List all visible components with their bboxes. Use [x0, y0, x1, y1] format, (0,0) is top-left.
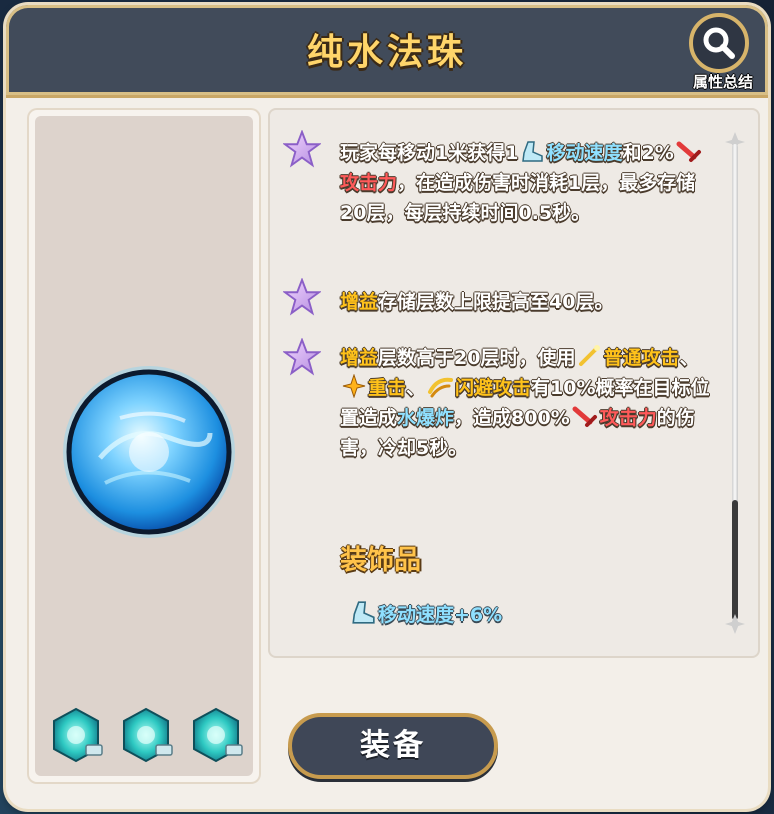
- effect-3-text: 增益层数高于20层时，使用 普通攻击、重击、 闪避攻击有10%概率在目标位置造成水爆…: [340, 343, 720, 463]
- title-bar: 纯水法珠 属性总结: [6, 5, 768, 98]
- water-orb-icon: [63, 366, 235, 538]
- gem-slot-1-icon[interactable]: [46, 705, 106, 765]
- star-icon: [283, 278, 321, 316]
- attribute-summary-button[interactable]: [689, 13, 749, 73]
- item-detail-panel: 纯水法珠 属性总结 玩家每移动1米获得1 移动速度和2%攻击力，在造成伤害时消耗…: [6, 5, 768, 809]
- equip-button-label: 装备: [360, 728, 426, 763]
- boot-icon: [522, 141, 544, 162]
- description-box: 玩家每移动1米获得1 移动速度和2%攻击力，在造成伤害时消耗1层，最多存储20层，…: [268, 108, 760, 658]
- sword-icon: [572, 406, 597, 427]
- decoration-title: 装饰品: [340, 545, 421, 576]
- item-title: 纯水法珠: [306, 32, 467, 73]
- star-icon: [283, 130, 321, 168]
- equip-button[interactable]: 装备: [288, 713, 498, 779]
- boot-icon: [352, 601, 375, 624]
- scroll-bottom-ornament: [725, 614, 745, 634]
- effect-1-text: 玩家每移动1米获得1 移动速度和2%攻击力，在造成伤害时消耗1层，最多存储20层，…: [340, 138, 720, 228]
- attribute-summary-label: 属性总结: [692, 73, 753, 91]
- sword-icon: [676, 141, 701, 162]
- effect-2-text: 增益存储层数上限提高至40层。: [340, 291, 614, 313]
- star-icon: [283, 338, 321, 376]
- gem-slot-3-icon[interactable]: [186, 705, 246, 765]
- dodge-icon: [428, 377, 454, 398]
- decoration-stat: 移动速度+6%: [348, 600, 502, 627]
- gem-slot-2-icon[interactable]: [116, 705, 176, 765]
- scrollbar-thumb[interactable]: [732, 500, 738, 620]
- heavy-strike-icon: [342, 374, 366, 398]
- sparkle-sword-icon: [579, 345, 601, 366]
- search-icon: [703, 27, 735, 59]
